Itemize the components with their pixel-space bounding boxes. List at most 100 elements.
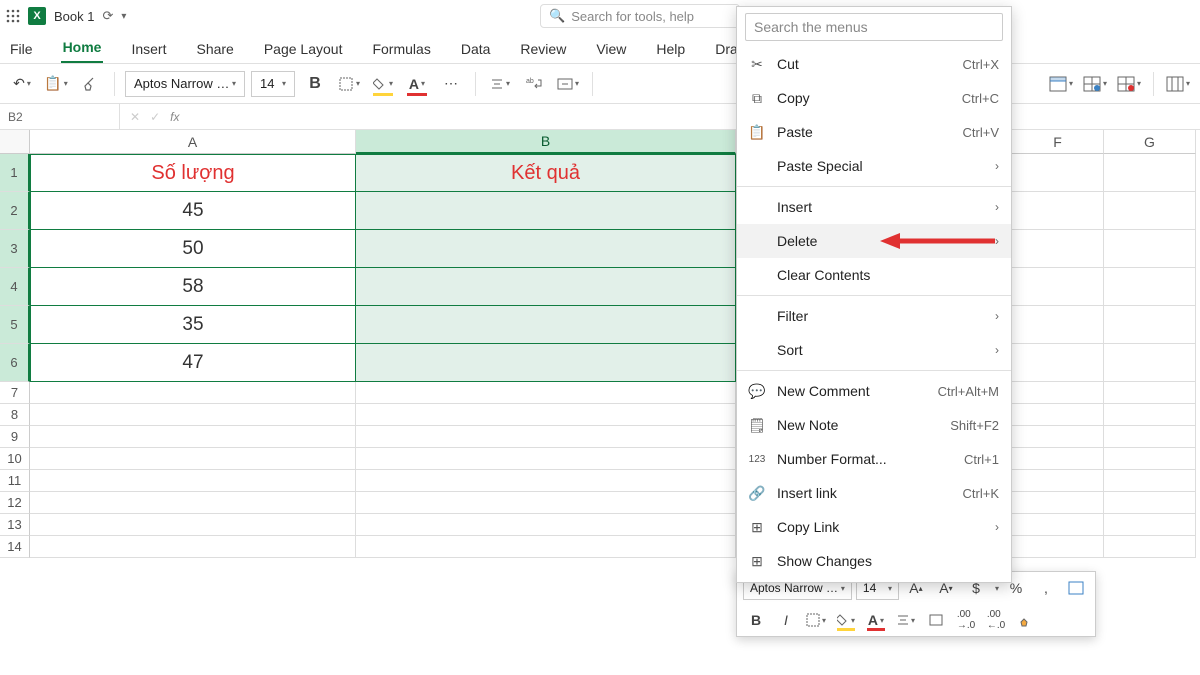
- insert-cells-button[interactable]: ▾: [1081, 70, 1109, 98]
- ctx-new-comment[interactable]: 💬New CommentCtrl+Alt+M: [737, 374, 1011, 408]
- ctx-filter[interactable]: Filter›: [737, 299, 1011, 333]
- comment-icon: 💬: [747, 383, 767, 400]
- font-select[interactable]: Aptos Narrow …▾: [125, 71, 245, 97]
- tab-view[interactable]: View: [594, 35, 628, 63]
- svg-text:ab: ab: [526, 78, 534, 85]
- workbook-title[interactable]: Book 1: [54, 9, 94, 24]
- copy-icon: ⧉: [747, 90, 767, 107]
- borders-button[interactable]: ▾: [335, 70, 363, 98]
- cancel-formula-icon[interactable]: ✕: [130, 110, 140, 124]
- ctx-number-format[interactable]: 123Number Format...Ctrl+1: [737, 442, 1011, 476]
- fx-label[interactable]: fx: [170, 110, 179, 124]
- ctx-cut[interactable]: ✂CutCtrl+X: [737, 47, 1011, 81]
- menu-tabs: File Home Insert Share Page Layout Formu…: [0, 32, 1200, 64]
- mini-bold-button[interactable]: B: [743, 607, 769, 633]
- format-button[interactable]: ▾: [1164, 70, 1192, 98]
- app-launcher-icon[interactable]: [6, 9, 20, 23]
- excel-icon: X: [28, 7, 46, 25]
- tab-insert[interactable]: Insert: [129, 35, 168, 63]
- format-painter-button[interactable]: [76, 70, 104, 98]
- accept-formula-icon[interactable]: ✓: [150, 110, 160, 124]
- col-header-F[interactable]: F: [1012, 130, 1104, 154]
- cell-B4[interactable]: [356, 268, 736, 306]
- tab-review[interactable]: Review: [518, 35, 568, 63]
- format-table-button[interactable]: ▾: [1047, 70, 1075, 98]
- decrease-decimal-button[interactable]: .00←.0: [983, 607, 1009, 633]
- wrap-text-button[interactable]: ab: [520, 70, 548, 98]
- ctx-copy-link[interactable]: ⊞Copy Link›: [737, 510, 1011, 544]
- format-cells-button[interactable]: [1063, 575, 1089, 601]
- chevron-right-icon: ›: [995, 200, 999, 214]
- tab-home[interactable]: Home: [61, 33, 104, 63]
- row-header-4[interactable]: 4: [0, 268, 30, 306]
- cell-B5[interactable]: [356, 306, 736, 344]
- ctx-show-changes[interactable]: ⊞Show Changes: [737, 544, 1011, 578]
- font-name: Aptos Narrow …: [134, 76, 229, 91]
- cell-A2[interactable]: 45: [30, 192, 356, 230]
- search-input[interactable]: 🔍 Search for tools, help: [540, 4, 740, 28]
- ctx-insert-link[interactable]: 🔗Insert linkCtrl+K: [737, 476, 1011, 510]
- row-header-6[interactable]: 6: [0, 344, 30, 382]
- cell-A6[interactable]: 47: [30, 344, 356, 382]
- cell-A5[interactable]: 35: [30, 306, 356, 344]
- mini-fill-color-button[interactable]: ▾: [833, 607, 859, 633]
- mini-format-painter-button[interactable]: [1013, 607, 1039, 633]
- comma-button[interactable]: ,: [1033, 575, 1059, 601]
- spreadsheet-grid[interactable]: A B F G 1 Số lượng Kết quả 2 45 3 50 4 5…: [0, 130, 1200, 558]
- undo-button[interactable]: ↶▾: [8, 70, 36, 98]
- col-header-B[interactable]: B: [356, 130, 736, 154]
- mini-borders-button[interactable]: ▾: [803, 607, 829, 633]
- ctx-new-note[interactable]: 🗒New NoteShift+F2: [737, 408, 1011, 442]
- col-header-A[interactable]: A: [30, 130, 356, 154]
- increase-decimal-button[interactable]: .00→.0: [953, 607, 979, 633]
- name-box[interactable]: B2: [0, 104, 120, 129]
- merge-button[interactable]: ▾: [554, 70, 582, 98]
- tab-data[interactable]: Data: [459, 35, 493, 63]
- tab-file[interactable]: File: [8, 35, 35, 63]
- mini-merge-button[interactable]: [923, 607, 949, 633]
- cell-A4[interactable]: 58: [30, 268, 356, 306]
- note-icon: 🗒: [747, 417, 767, 434]
- row-header-5[interactable]: 5: [0, 306, 30, 344]
- row-header-3[interactable]: 3: [0, 230, 30, 268]
- tab-formulas[interactable]: Formulas: [370, 35, 432, 63]
- ribbon: ↶▾ 📋▾ Aptos Narrow …▾ 14▾ B ▾ ▾ A▾ ⋯ ▾ a…: [0, 64, 1200, 104]
- font-color-button[interactable]: A▾: [403, 70, 431, 98]
- ctx-sort[interactable]: Sort›: [737, 333, 1011, 367]
- context-menu: Search the menus ✂CutCtrl+X ⧉CopyCtrl+C …: [736, 6, 1012, 583]
- cell-B2[interactable]: [356, 192, 736, 230]
- ctx-paste-special[interactable]: Paste Special›: [737, 149, 1011, 183]
- menu-search-input[interactable]: Search the menus: [745, 13, 1003, 41]
- cell-B6[interactable]: [356, 344, 736, 382]
- bold-button[interactable]: B: [301, 70, 329, 98]
- ctx-clear-contents[interactable]: Clear Contents: [737, 258, 1011, 292]
- align-center-button[interactable]: ▾: [486, 70, 514, 98]
- font-size-select[interactable]: 14▾: [251, 71, 295, 97]
- cell-B1[interactable]: Kết quả: [356, 154, 736, 192]
- mini-font-color-button[interactable]: A▾: [863, 607, 889, 633]
- ctx-insert[interactable]: Insert›: [737, 190, 1011, 224]
- mini-italic-button[interactable]: I: [773, 607, 799, 633]
- ctx-copy[interactable]: ⧉CopyCtrl+C: [737, 81, 1011, 115]
- annotation-arrow: [880, 231, 1000, 251]
- tab-help[interactable]: Help: [654, 35, 687, 63]
- chevron-down-icon[interactable]: ▾: [121, 11, 126, 22]
- fill-color-button[interactable]: ▾: [369, 70, 397, 98]
- mini-align-button[interactable]: ▾: [893, 607, 919, 633]
- refresh-icon[interactable]: ⟳: [102, 8, 113, 24]
- col-header-G[interactable]: G: [1104, 130, 1196, 154]
- ctx-paste[interactable]: 📋PasteCtrl+V: [737, 115, 1011, 149]
- number-format-icon: 123: [747, 454, 767, 465]
- tab-share[interactable]: Share: [194, 35, 235, 63]
- delete-cells-button[interactable]: ▾: [1115, 70, 1143, 98]
- cell-A3[interactable]: 50: [30, 230, 356, 268]
- changes-icon: ⊞: [747, 553, 767, 570]
- tab-page-layout[interactable]: Page Layout: [262, 35, 345, 63]
- cell-A1[interactable]: Số lượng: [30, 154, 356, 192]
- select-all-corner[interactable]: [0, 130, 30, 154]
- row-header-1[interactable]: 1: [0, 154, 30, 192]
- row-header-2[interactable]: 2: [0, 192, 30, 230]
- cell-B3[interactable]: [356, 230, 736, 268]
- paste-button[interactable]: 📋▾: [42, 70, 70, 98]
- more-font-button[interactable]: ⋯: [437, 70, 465, 98]
